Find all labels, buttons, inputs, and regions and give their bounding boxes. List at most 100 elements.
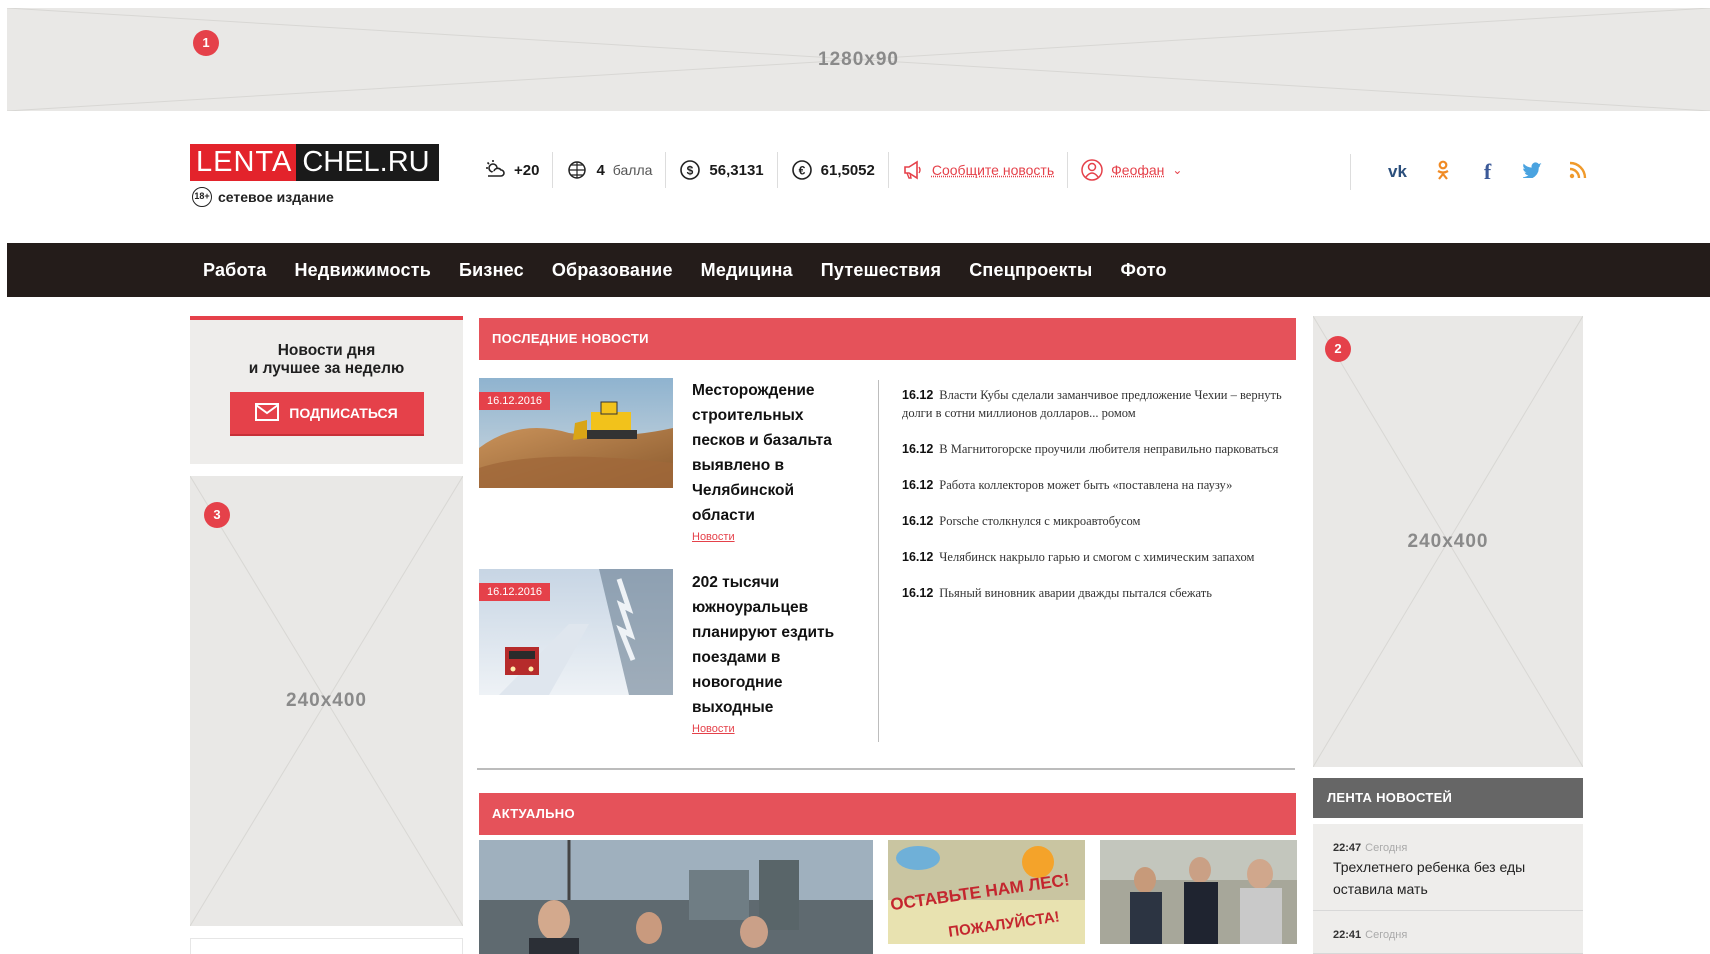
feed-item-time: 16.12 (902, 478, 934, 492)
nav-item[interactable]: Работа (203, 260, 266, 281)
eur-rate-widget[interactable]: € 61,5052 (778, 152, 889, 188)
feed-item[interactable]: 16.12 Работа коллекторов может быть «пост… (902, 476, 1294, 494)
feed-item-text: Пьяный виновник аварии дважды пытался сб… (939, 586, 1212, 600)
svg-text:$: $ (687, 164, 694, 178)
nav-item[interactable]: Фото (1120, 260, 1166, 281)
news-feed-item-text: Трехлетнего ребенка без еды оставила мат… (1333, 859, 1526, 897)
news-feed-item-clock: 22:47 (1333, 842, 1362, 854)
news-card-title[interactable]: Месторождение строительных песков и база… (692, 378, 842, 528)
feed-item-text: Челябинск накрыло гарью и смогом с химич… (939, 550, 1255, 564)
magnetic-storm-value: 4 (596, 161, 605, 179)
nav-item[interactable]: Недвижимость (294, 260, 431, 281)
section-divider (477, 768, 1295, 770)
feed-item-time: 16.12 (902, 388, 934, 402)
ad-size-label: 1280x90 (818, 48, 899, 70)
magnetic-storm-widget[interactable]: 4 балла (553, 152, 667, 188)
news-feed-item-time: 22:41 Сегодня (1333, 929, 1569, 941)
news-feed-header[interactable]: ЛЕНТА НОВОСТЕЙ (1313, 778, 1583, 818)
news-feed-item-clock: 22:41 (1333, 929, 1362, 941)
nav-item[interactable]: Бизнес (459, 260, 524, 281)
user-menu[interactable]: Феофан ⌄ (1068, 152, 1195, 188)
site-logo[interactable]: LENTA CHEL.RU (190, 144, 439, 181)
header-info-bar: +20 4 балла $ 56,3131 € 61,5052 Сообщите (484, 150, 1195, 190)
actual-photo-poster[interactable]: ОСТАВЬТЕ НАМ ЛЕС! ПОЖАЛУЙСТА! (888, 840, 1085, 944)
chevron-down-icon: ⌄ (1172, 163, 1183, 177)
subscribe-title-line1: Новости дня (277, 342, 376, 359)
feed-item-text: Власти Кубы сделали заманчивое предложен… (902, 388, 1282, 420)
news-category-link[interactable]: Новости (692, 723, 735, 735)
subscribe-button[interactable]: ПОДПИСАТЬСЯ (229, 392, 424, 434)
nav-list: Работа Недвижимость Бизнес Образование Медиц… (203, 243, 1195, 297)
news-card-image[interactable]: 16.12.2016 (479, 378, 673, 488)
news-feed-item[interactable]: 22:41 Сегодня (1313, 911, 1583, 954)
social-links: vk f (1350, 154, 1600, 190)
left-ad-banner[interactable]: 3 240x400 (190, 476, 463, 926)
feed-item-text: В Магнитогорске проучили любителя неправ… (939, 442, 1279, 456)
nav-item[interactable]: Образование (552, 260, 673, 281)
actual-photo-people[interactable] (1100, 840, 1297, 944)
feed-item[interactable]: 16.12 Челябинск накрыло гарью и смогом с … (902, 548, 1294, 566)
twitter-icon[interactable] (1510, 161, 1555, 183)
nav-item[interactable]: Медицина (701, 260, 793, 281)
magnetic-storm-icon (566, 159, 588, 181)
actual-photo-large[interactable] (479, 840, 873, 954)
subscribe-button-label: ПОДПИСАТЬСЯ (289, 405, 398, 421)
feed-item[interactable]: 16.12 В Магнитогорске проучили любителя н… (902, 440, 1294, 458)
ad-size-label: 240x400 (1407, 530, 1489, 552)
top-ad-banner[interactable]: 1 1280x90 (7, 8, 1710, 111)
latest-news-header[interactable]: ПОСЛЕДНИЕ НОВОСТИ (479, 318, 1296, 360)
nav-item[interactable]: Спецпроекты (969, 260, 1092, 281)
news-card-title[interactable]: 202 тысячи южноуральцев планируют ездить… (692, 570, 842, 720)
news-feed-item[interactable]: 22:47 Сегодня Трехлетнего ребенка без еды … (1313, 824, 1583, 911)
news-category-link[interactable]: Новости (692, 531, 735, 543)
eur-rate-value: 61,5052 (820, 161, 875, 179)
vk-icon[interactable]: vk (1375, 162, 1420, 182)
nav-item[interactable]: Путешествия (821, 260, 941, 281)
tagline-text: сетевое издание (218, 189, 334, 205)
news-feed-item-day: Сегодня (1365, 842, 1408, 854)
feed-item-text: Porsche столкнулся с микроавтобусом (939, 514, 1141, 528)
feed-item-text: Работа коллекторов может быть «поставлен… (939, 478, 1233, 492)
report-news-link[interactable]: Сообщите новость (932, 162, 1054, 178)
latest-news-feed: 16.12 Власти Кубы сделали заманчивое пред… (902, 386, 1294, 620)
feed-item-time: 16.12 (902, 586, 934, 600)
site-tagline: 18+ сетевое издание (192, 187, 334, 207)
people-indoors-photo (1100, 840, 1297, 944)
page: 1 1280x90 LENTA CHEL.RU 18+ сетевое изда… (0, 0, 1710, 954)
news-card-image[interactable]: 16.12.2016 (479, 569, 673, 695)
column-divider (878, 380, 879, 742)
news-feed-list: 22:47 Сегодня Трехлетнего ребенка без еды … (1313, 824, 1583, 954)
envelope-icon (255, 402, 280, 424)
logo-part-lenta: LENTA (190, 144, 297, 181)
weather-sun-cloud-icon (484, 159, 506, 181)
facebook-icon[interactable]: f (1465, 159, 1510, 185)
feed-item-time: 16.12 (902, 442, 934, 456)
feed-item[interactable]: 16.12 Porsche столкнулся с микроавтобусом (902, 512, 1294, 530)
weather-temperature: +20 (514, 161, 540, 179)
report-news-widget[interactable]: Сообщите новость (889, 152, 1069, 188)
megaphone-icon (902, 159, 924, 181)
ad-number-badge: 2 (1325, 336, 1351, 362)
user-avatar-icon (1081, 159, 1103, 181)
usd-rate-widget[interactable]: $ 56,3131 (666, 152, 778, 188)
subscribe-title-line2: и лучшее за неделю (248, 360, 405, 377)
feed-item[interactable]: 16.12 Власти Кубы сделали заманчивое пред… (902, 386, 1294, 422)
rss-icon[interactable] (1555, 161, 1600, 184)
magnetic-storm-unit: балла (612, 162, 653, 178)
ad-size-label: 240x400 (286, 690, 367, 711)
svg-text:€: € (798, 164, 805, 178)
actual-section-header[interactable]: АКТУАЛЬНО (479, 793, 1296, 835)
children-poster-photo: ОСТАВЬТЕ НАМ ЛЕС! ПОЖАЛУЙСТА! (888, 840, 1085, 944)
feed-item[interactable]: 16.12 Пьяный виновник аварии дважды пытал… (902, 584, 1294, 602)
logo-part-chel: CHEL.RU (296, 144, 439, 181)
main-nav: Работа Недвижимость Бизнес Образование Медиц… (7, 243, 1710, 297)
subscribe-box: Новости дня и лучшее за неделю ПОДПИСАТЬ… (190, 316, 463, 464)
weather-widget[interactable]: +20 (484, 152, 554, 188)
odnoklassniki-icon[interactable] (1420, 160, 1465, 185)
right-ad-banner[interactable]: 2 240x400 (1313, 316, 1583, 767)
age-rating-badge: 18+ (192, 187, 212, 207)
ad-number-badge: 3 (204, 502, 230, 528)
user-name-link[interactable]: Феофан (1111, 162, 1164, 178)
news-feed-item-time: 22:47 Сегодня (1333, 842, 1569, 854)
subscribe-title: Новости дня и лучшее за неделю (190, 342, 463, 378)
